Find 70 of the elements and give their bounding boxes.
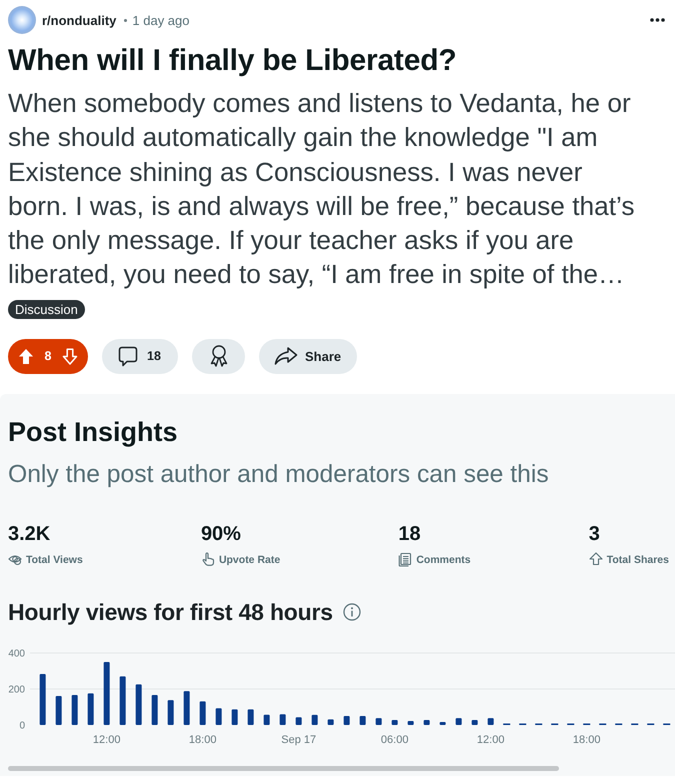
award-button[interactable] (192, 338, 245, 374)
insights-subtitle: Only the post author and moderators can see this (8, 460, 550, 490)
stat-label: Total Views (26, 554, 83, 566)
bar[interactable] (200, 701, 206, 725)
document-icon (398, 552, 412, 568)
bar[interactable] (328, 719, 334, 725)
post-time: 1 day ago (132, 12, 190, 28)
bar[interactable] (408, 720, 414, 725)
stat-value: 18 (398, 522, 422, 546)
bar[interactable] (376, 718, 382, 725)
comments-button[interactable]: 18 (102, 338, 178, 374)
share-button[interactable]: Share (259, 338, 358, 374)
bar[interactable] (168, 700, 174, 725)
bar[interactable] (392, 720, 398, 725)
bar[interactable] (488, 718, 494, 725)
bar[interactable] (152, 694, 158, 725)
bar[interactable] (424, 720, 430, 725)
bar[interactable] (120, 676, 126, 725)
vote-score: 8 (44, 349, 52, 364)
bar[interactable] (456, 718, 462, 725)
stat-label: Upvote Rate (218, 554, 280, 566)
bar[interactable] (472, 720, 478, 725)
chart-title: Hourly views for first 48 hours (8, 598, 333, 627)
y-axis-label: 0 (19, 720, 25, 732)
bar[interactable] (296, 717, 302, 725)
stat-label: Total Shares (606, 554, 669, 566)
bar[interactable] (344, 716, 350, 725)
share-icon (274, 346, 298, 366)
bar[interactable] (248, 709, 254, 725)
bar[interactable] (40, 674, 46, 725)
scrollbar-thumb[interactable] (8, 766, 559, 771)
bar[interactable] (136, 684, 142, 725)
bar[interactable] (88, 693, 94, 725)
x-axis-label: Sep 17 (281, 734, 316, 746)
bar[interactable] (216, 708, 222, 725)
bar[interactable] (264, 714, 270, 725)
bar[interactable] (72, 694, 78, 725)
y-axis-label: 200 (8, 684, 25, 696)
bar[interactable] (184, 690, 190, 725)
bar[interactable] (280, 714, 286, 725)
bar[interactable] (440, 722, 446, 725)
x-axis-label: 12:00 (92, 734, 120, 746)
x-axis-label: 12:00 (476, 734, 504, 746)
stat-value: 3.2K (8, 522, 52, 546)
separator-dot-icon (124, 19, 128, 22)
bar[interactable] (232, 709, 238, 725)
insights-title: Post Insights (8, 416, 179, 448)
subreddit-link[interactable]: r/nonduality (42, 12, 116, 28)
x-axis-label: 06:00 (380, 734, 408, 746)
stat-value: 3 (588, 522, 601, 546)
x-axis-label: 18:00 (188, 734, 216, 746)
stat-label: Comments (416, 554, 471, 566)
bar[interactable] (56, 696, 62, 725)
post-body-text: When somebody comes and listens to Vedanta, he or she should automatically gain the knowledge "I am Existence shining as Consciousness. I was never born. I was, is and always will be free,” because that’s the only message. If your teacher asks if you are liberated, you need to say, “I am free in spite of the… (8, 87, 636, 292)
x-axis-label: 18:00 (572, 734, 600, 746)
post-title[interactable]: When will I finally be Liberated? (8, 44, 667, 78)
y-axis-label: 400 (8, 648, 25, 660)
info-icon[interactable] (342, 602, 361, 621)
bar[interactable] (360, 716, 366, 725)
flair-badge[interactable]: Discussion (8, 300, 85, 319)
downvote-arrow-icon[interactable] (62, 348, 78, 365)
more-icon[interactable] (650, 18, 665, 22)
bar[interactable] (312, 714, 318, 725)
stat-value: 90% (200, 522, 242, 546)
medal-icon (208, 345, 228, 368)
bar[interactable] (104, 662, 110, 725)
speech-bubble-icon (118, 346, 138, 367)
hand-pointer-icon (200, 552, 215, 568)
arrow-up-icon (588, 552, 603, 568)
upvote-arrow-icon[interactable] (18, 348, 34, 365)
